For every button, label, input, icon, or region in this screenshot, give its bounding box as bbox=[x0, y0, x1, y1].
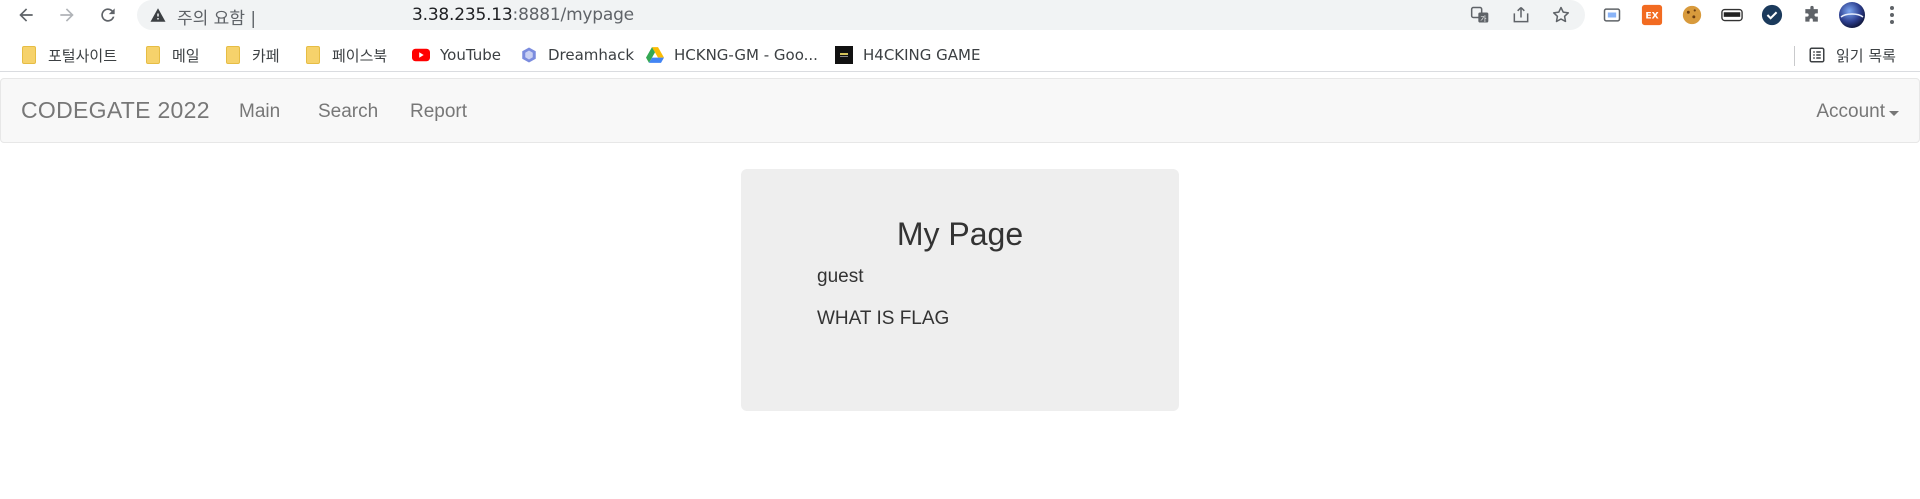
bookmark-h4cking-game[interactable]: H4CKING GAME bbox=[835, 43, 980, 67]
bookmark-label: 포털사이트 bbox=[48, 46, 118, 65]
google-drive-icon bbox=[646, 46, 664, 64]
reload-icon bbox=[101, 8, 115, 22]
reading-list-icon bbox=[1808, 46, 1826, 64]
page-title: My Page bbox=[896, 216, 1024, 252]
dreamhack-icon bbox=[520, 46, 538, 64]
site-navbar: CODEGATE 2022 Main Search Report Account bbox=[0, 78, 1920, 143]
translate-icon[interactable]: 가 bbox=[1470, 5, 1490, 25]
profile-avatar[interactable] bbox=[1838, 1, 1866, 29]
url-text: 3.38.235.13:8881/mypage bbox=[412, 5, 634, 25]
url-path: :8881/mypage bbox=[512, 5, 635, 25]
bookmarks-separator bbox=[1794, 46, 1795, 66]
h4cking-game-icon bbox=[835, 46, 853, 64]
username-text: guest bbox=[817, 266, 864, 287]
puzzle-icon[interactable] bbox=[1800, 3, 1824, 27]
bookmark-label: Dreamhack bbox=[548, 46, 635, 64]
url-host: 3.38.235.13 bbox=[412, 5, 513, 25]
reading-list-label: 읽기 목록 bbox=[1836, 46, 1896, 65]
nav-link-search[interactable]: Search bbox=[318, 101, 378, 123]
back-button[interactable] bbox=[12, 1, 40, 29]
memo-text: WHAT IS FLAG bbox=[817, 308, 950, 329]
bookmark-youtube[interactable]: YouTube bbox=[412, 43, 501, 67]
nav-link-report[interactable]: Report bbox=[410, 101, 467, 123]
nav-link-main[interactable]: Main bbox=[239, 101, 280, 123]
caret-down-icon bbox=[1889, 110, 1899, 116]
brand-link[interactable]: CODEGATE 2022 bbox=[21, 97, 210, 124]
bookmark-folder-facebook[interactable]: 페이스북 bbox=[304, 43, 387, 67]
check-ext-icon[interactable] bbox=[1760, 3, 1784, 27]
browser-toolbar: 주의 요함 | 3.38.235.13:8881/mypage 가 EX bbox=[0, 0, 1920, 30]
bookmark-label: YouTube bbox=[440, 46, 501, 64]
svg-text:가: 가 bbox=[1480, 14, 1486, 23]
bookmark-folder-cafe[interactable]: 카페 bbox=[224, 43, 280, 67]
bookmark-label: H4CKING GAME bbox=[863, 46, 981, 64]
arrow-left-icon bbox=[19, 8, 33, 22]
folder-icon bbox=[144, 46, 162, 64]
folder-icon bbox=[224, 46, 242, 64]
ex-ext-label: EX bbox=[1645, 11, 1658, 22]
account-dropdown[interactable]: Account bbox=[1816, 101, 1899, 123]
mask-ext-icon[interactable] bbox=[1720, 3, 1744, 27]
bookmark-label: 카페 bbox=[252, 46, 280, 65]
forward-button[interactable] bbox=[53, 1, 81, 29]
bookmark-label: 페이스북 bbox=[332, 46, 388, 65]
youtube-icon bbox=[412, 46, 430, 64]
bookmark-folder-portal[interactable]: 포털사이트 bbox=[20, 43, 117, 67]
bookmarks-bar: 포털사이트 메일 카페 페이스북 YouTube Dreamhack HCKNG… bbox=[0, 38, 1920, 72]
bookmark-folder-mail[interactable]: 메일 bbox=[144, 43, 200, 67]
bookmark-google-drive[interactable]: HCKNG-GM - Goo... bbox=[646, 43, 818, 67]
bookmark-label: 메일 bbox=[172, 46, 200, 65]
reading-list-button[interactable]: 읽기 목록 bbox=[1808, 43, 1896, 67]
share-icon[interactable] bbox=[1511, 5, 1531, 25]
bookmark-label: HCKNG-GM - Goo... bbox=[674, 46, 818, 64]
cookie-ext-icon[interactable] bbox=[1680, 3, 1704, 27]
arrow-right-icon bbox=[60, 8, 74, 22]
star-icon[interactable] bbox=[1551, 5, 1571, 25]
cast-ext-icon[interactable] bbox=[1600, 3, 1624, 27]
address-bar[interactable]: 주의 요함 | 3.38.235.13:8881/mypage 가 bbox=[137, 0, 1585, 30]
folder-icon bbox=[304, 46, 322, 64]
bookmark-dreamhack[interactable]: Dreamhack bbox=[520, 43, 634, 67]
menu-dots-icon[interactable] bbox=[1880, 3, 1904, 27]
warning-icon bbox=[150, 8, 166, 22]
account-label: Account bbox=[1816, 101, 1885, 122]
folder-icon bbox=[20, 46, 38, 64]
mypage-card: My Page guest WHAT IS FLAG bbox=[741, 169, 1179, 411]
ex-ext-icon[interactable]: EX bbox=[1640, 3, 1664, 27]
security-warning-text: 주의 요함 | bbox=[177, 9, 257, 29]
reload-button[interactable] bbox=[94, 1, 122, 29]
